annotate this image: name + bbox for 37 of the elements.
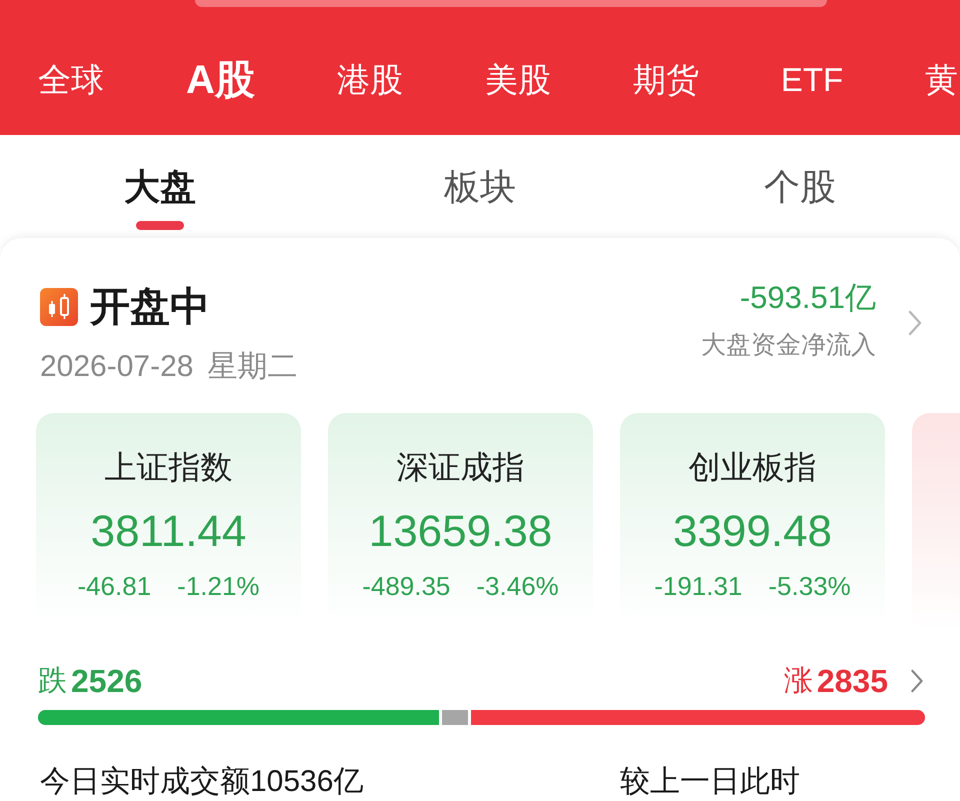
market-tab[interactable]: 全球 xyxy=(38,60,104,100)
trade-date: 2026-07-28 xyxy=(40,349,194,385)
market-tab[interactable]: 港股 xyxy=(336,60,403,100)
chevron-right-icon[interactable] xyxy=(910,669,924,693)
turnover-text: 今日实时成交额10536亿 xyxy=(40,764,364,800)
market-tab[interactable]: 期货 xyxy=(632,60,699,100)
index-change-percent: -5.33% xyxy=(768,570,851,602)
weekday: 星期二 xyxy=(207,349,298,385)
decliners-count: 2526 xyxy=(71,662,142,700)
market-tab[interactable]: 美股 xyxy=(484,60,551,100)
comparison-label: 较上一日此时 xyxy=(620,764,800,800)
decliners-label: 跌 xyxy=(38,664,67,699)
index-change-percent: -1.21% xyxy=(177,570,260,602)
section-tab[interactable]: 个股 xyxy=(764,165,836,209)
chevron-right-icon[interactable] xyxy=(908,310,922,336)
search-field[interactable] xyxy=(195,0,827,7)
market-status: 开盘中 xyxy=(90,284,210,331)
market-tab[interactable]: A股 xyxy=(186,60,255,100)
index-name: 上证指数 xyxy=(104,448,232,487)
net-flow-value: -593.51亿 xyxy=(740,279,876,317)
index-value: 3399.48 xyxy=(672,506,832,558)
index-change-percent: -3.46% xyxy=(476,570,559,602)
market-tab[interactable]: 黄 xyxy=(925,60,958,100)
index-change: -191.31 xyxy=(654,570,742,602)
index-name: 创业板指 xyxy=(688,448,816,487)
candlestick-icon xyxy=(40,288,78,326)
net-flow-label: 大盘资金净流入 xyxy=(701,330,876,361)
section-tab[interactable]: 大盘 xyxy=(124,165,196,209)
index-value: 13659.38 xyxy=(368,506,552,558)
advancers-count: 2835 xyxy=(816,662,888,700)
index-change: -46.81 xyxy=(77,570,152,602)
index-value: 3811.44 xyxy=(90,506,246,558)
index-change: -489.35 xyxy=(362,570,450,602)
section-tab[interactable]: 板块 xyxy=(444,165,516,209)
index-name: 深证成指 xyxy=(396,448,524,487)
advancers-label: 涨 xyxy=(784,664,813,699)
market-tab[interactable]: ETF xyxy=(780,60,844,100)
